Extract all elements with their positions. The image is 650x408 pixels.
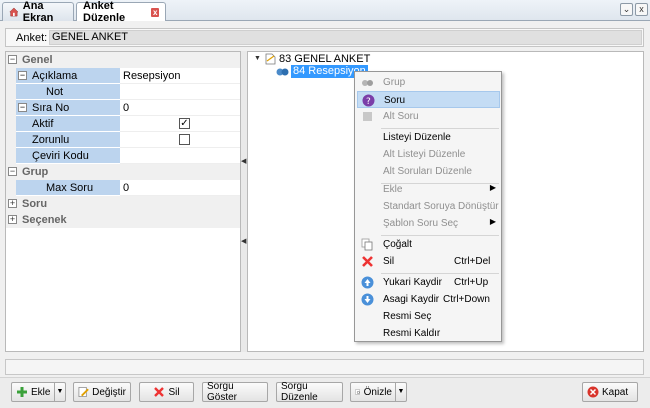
property-grid: − Genel − Açıklama Resepsiyon Not − Sıra… — [5, 51, 241, 352]
zorunlu-checkbox[interactable] — [179, 134, 190, 145]
arrow-up-icon — [361, 276, 374, 289]
window-close-button[interactable]: x — [635, 3, 648, 16]
menu-item-resmi-sec[interactable]: Resmi Seç — [357, 308, 500, 325]
context-menu: Grup ? Soru Alt Soru Listeyi Düzenle Alt… — [354, 71, 502, 342]
menu-item-resmi-kaldir[interactable]: Resmi Kaldır — [357, 325, 500, 342]
button-bar: Ekle ▼ Değiştir Sil Sorgu Göster Sorgu D… — [0, 377, 650, 408]
category-secenek[interactable]: + Seçenek — [6, 212, 240, 228]
sorgu-goster-button[interactable]: Sorgu Göster — [202, 381, 268, 403]
kapat-button[interactable]: Kapat — [582, 382, 638, 402]
menu-item-ekle[interactable]: Ekle ▶ — [357, 181, 500, 198]
sira-no-value[interactable]: 0 — [123, 102, 129, 114]
category-grup[interactable]: − Grup — [6, 164, 240, 180]
window-menu-button[interactable]: ⌄ — [620, 3, 633, 16]
expand-icon[interactable]: + — [8, 199, 17, 208]
delete-icon — [362, 256, 373, 267]
submenu-arrow-icon: ▶ — [489, 217, 496, 226]
survey-label: Anket: — [16, 32, 48, 44]
sorgu-duzenle-button[interactable]: Sorgu Düzenle — [276, 381, 343, 403]
property-sira-no[interactable]: − Sıra No 0 — [6, 100, 240, 116]
property-ceviri-kodu[interactable]: Çeviri Kodu — [6, 148, 240, 164]
document-icon — [265, 53, 276, 65]
dropdown-arrow-icon[interactable]: ▼ — [395, 383, 406, 401]
expand-icon[interactable]: + — [8, 215, 17, 224]
tab-ana-ekran[interactable]: Ana Ekran — [2, 0, 74, 24]
delete-icon — [154, 387, 165, 397]
collapse-left-icon[interactable]: ◀ — [241, 237, 246, 245]
category-soru[interactable]: + Soru — [6, 196, 240, 212]
aktif-checkbox[interactable]: ✓ — [179, 118, 190, 129]
collapse-left-icon[interactable]: ◀ — [241, 157, 246, 165]
collapse-icon[interactable]: − — [8, 167, 17, 176]
dropdown-arrow-icon[interactable]: ▼ — [54, 383, 65, 401]
property-aciklama[interactable]: − Açıklama Resepsiyon — [6, 68, 240, 84]
menu-item-cogalt[interactable]: Çoğalt — [357, 236, 500, 253]
submenu-arrow-icon: ▶ — [489, 183, 496, 192]
collapse-icon[interactable]: − — [8, 55, 17, 64]
property-not[interactable]: Not — [6, 84, 240, 100]
menu-item-yukari-kaydir[interactable]: Yukari Kaydir Ctrl+Up — [357, 274, 500, 291]
menu-item-soru[interactable]: ? Soru — [357, 91, 500, 108]
menu-item-alt-soru[interactable]: Alt Soru — [357, 108, 500, 125]
max-soru-value[interactable]: 0 — [123, 182, 129, 194]
menu-item-alt-sorulari-duzenle[interactable]: Alt Soruları Düzenle — [357, 163, 500, 180]
close-icon — [587, 386, 599, 398]
degistir-button[interactable]: Değiştir — [73, 382, 131, 402]
menu-item-asagi-kaydir[interactable]: Asagi Kaydir Ctrl+Down — [357, 291, 500, 308]
tree-node-root[interactable]: 83 GENEL ANKET — [264, 53, 370, 65]
copy-icon — [361, 238, 373, 251]
svg-text:?: ? — [366, 97, 371, 107]
preview-icon — [355, 389, 360, 395]
menu-item-standart-soruya-donustur[interactable]: Standart Soruya Dönüştür — [357, 198, 500, 215]
ekle-button[interactable]: Ekle ▼ — [11, 382, 66, 402]
close-tab-icon[interactable]: x — [151, 7, 159, 17]
menu-item-sablon-soru-sec[interactable]: Şablon Soru Seç ▶ — [357, 215, 500, 232]
tree-expand-icon[interactable]: ▼ — [254, 55, 261, 62]
add-icon — [17, 387, 27, 397]
menu-item-sil[interactable]: Sil Ctrl+Del — [357, 253, 500, 270]
menu-item-grup[interactable]: Grup — [357, 74, 500, 91]
home-icon — [9, 7, 19, 17]
menu-item-listeyi-duzenle[interactable]: Listeyi Düzenle — [357, 129, 500, 146]
edit-icon — [78, 387, 89, 397]
sub-question-icon — [363, 112, 372, 121]
arrow-down-icon — [361, 293, 374, 306]
property-max-soru[interactable]: Max Soru 0 — [6, 180, 240, 196]
menu-item-alt-listeyi-duzenle[interactable]: Alt Listeyi Düzenle — [357, 146, 500, 163]
tab-label: Anket Düzenle — [83, 0, 126, 24]
onizle-button[interactable]: Önizle ▼ — [350, 382, 407, 402]
collapse-icon[interactable]: − — [18, 71, 27, 80]
tab-label: Ana Ekran — [22, 0, 54, 24]
tab-strip: Ana Ekran Anket Düzenle x ⌄ x — [0, 0, 650, 24]
survey-name-field[interactable]: GENEL ANKET — [49, 30, 642, 45]
tab-anket-duzenle[interactable]: Anket Düzenle x — [76, 0, 166, 24]
aciklama-value[interactable]: Resepsiyon — [123, 70, 180, 82]
question-icon: ? — [362, 94, 375, 107]
group-icon — [362, 80, 373, 86]
category-genel[interactable]: − Genel — [6, 52, 240, 68]
sil-button[interactable]: Sil — [139, 382, 194, 402]
group-icon — [276, 68, 289, 75]
survey-header: Anket: GENEL ANKET — [5, 28, 644, 47]
property-zorunlu[interactable]: Zorunlu — [6, 132, 240, 148]
status-bar — [5, 359, 644, 375]
collapse-icon[interactable]: − — [18, 103, 27, 112]
property-aktif[interactable]: Aktif ✓ — [6, 116, 240, 132]
